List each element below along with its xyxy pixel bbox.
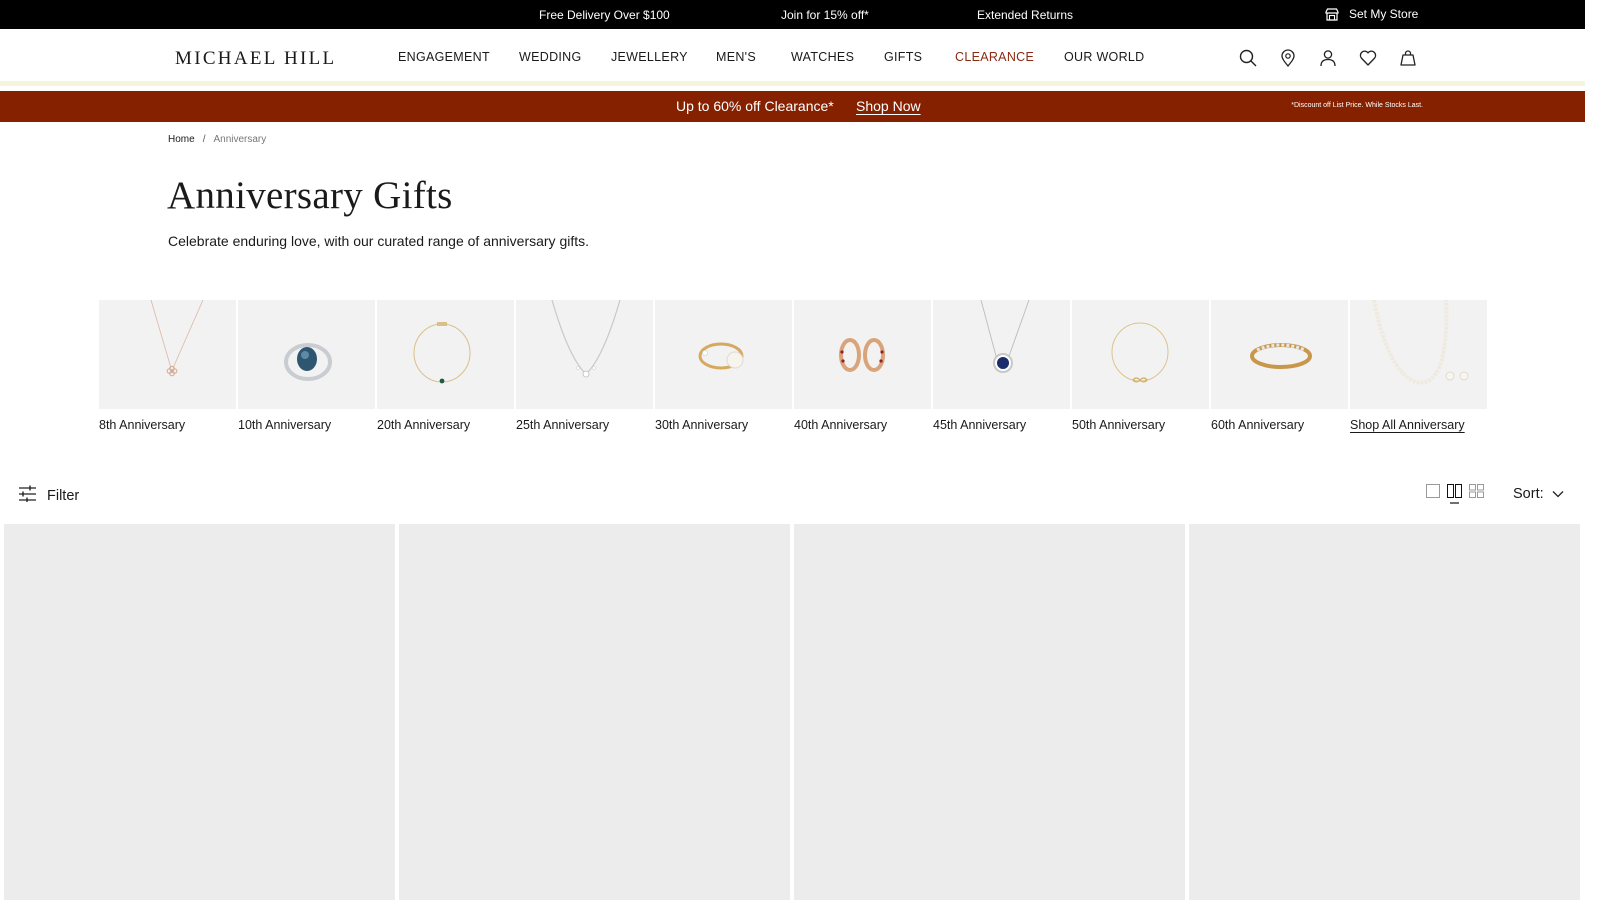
category-shop-all-anniversary[interactable]: Shop All Anniversary	[1350, 300, 1487, 432]
nav-our-world[interactable]: OUR WORLD	[1064, 50, 1144, 64]
category-label: 25th Anniversary	[516, 418, 610, 432]
promo-text: Up to 60% off Clearance*	[676, 98, 834, 114]
blue-topaz-ring-image	[238, 300, 375, 409]
sort-dropdown[interactable]: Sort:	[1513, 486, 1564, 502]
filter-label: Filter	[47, 487, 80, 504]
free-delivery-message[interactable]: Free Delivery Over $100	[539, 8, 670, 22]
gold-emerald-bracelet-image	[377, 300, 514, 409]
account-icon[interactable]	[1318, 48, 1338, 68]
category-label: 8th Anniversary	[99, 418, 186, 432]
product-card[interactable]	[1189, 524, 1580, 900]
chevron-down-icon	[1552, 486, 1564, 502]
sapphire-halo-pendant-image	[933, 300, 1070, 409]
set-my-store-button[interactable]: Set My Store	[1325, 7, 1418, 21]
nav-mens[interactable]: MEN'S	[716, 50, 756, 64]
category-50th-anniversary[interactable]: 50th Anniversary	[1072, 300, 1209, 432]
nav-jewellery[interactable]: JEWELLERY	[611, 50, 688, 64]
four-column-view-icon[interactable]	[1469, 484, 1485, 509]
single-column-view-icon[interactable]	[1426, 484, 1441, 509]
two-column-view-icon[interactable]	[1447, 484, 1463, 509]
search-icon[interactable]	[1238, 48, 1258, 68]
product-card[interactable]	[794, 524, 1185, 900]
ruby-hoop-earrings-image	[794, 300, 931, 409]
breadcrumb-current: Anniversary	[213, 134, 267, 145]
nav-clearance[interactable]: CLEARANCE	[955, 50, 1034, 64]
category-45th-anniversary[interactable]: 45th Anniversary	[933, 300, 1070, 432]
gold-pearl-ring-image	[655, 300, 792, 409]
announcement-bar: Free Delivery Over $100 Join for 15% off…	[0, 0, 1585, 29]
location-pin-icon[interactable]	[1278, 48, 1298, 68]
set-my-store-label: Set My Store	[1349, 7, 1419, 21]
shopping-bag-icon[interactable]	[1398, 48, 1418, 68]
gold-diamond-ring-image	[1211, 300, 1348, 409]
silver-diamond-necklace-image	[516, 300, 653, 409]
breadcrumb-home[interactable]: Home	[168, 134, 195, 145]
nav-engagement[interactable]: ENGAGEMENT	[398, 50, 490, 64]
extended-returns-message[interactable]: Extended Returns	[977, 8, 1073, 22]
shop-now-link[interactable]: Shop Now	[856, 98, 921, 114]
product-card[interactable]	[4, 524, 395, 900]
page-title: Anniversary Gifts	[167, 174, 453, 217]
sort-label: Sort:	[1513, 486, 1544, 502]
category-40th-anniversary[interactable]: 40th Anniversary	[794, 300, 931, 432]
category-label: 20th Anniversary	[377, 418, 471, 432]
gold-infinity-bracelet-image	[1072, 300, 1209, 409]
site-header: MICHAEL HILL ENGAGEMENT WEDDING JEWELLER…	[0, 29, 1585, 86]
nav-gifts[interactable]: GIFTS	[884, 50, 922, 64]
filter-button[interactable]: Filter	[18, 485, 79, 506]
category-20th-anniversary[interactable]: 20th Anniversary	[377, 300, 514, 432]
category-30th-anniversary[interactable]: 30th Anniversary	[655, 300, 792, 432]
rose-gold-pendant-necklace-image	[99, 300, 236, 409]
category-10th-anniversary[interactable]: 10th Anniversary	[238, 300, 375, 432]
category-label: 60th Anniversary	[1211, 418, 1305, 432]
category-label: 50th Anniversary	[1072, 418, 1166, 432]
promo-disclaimer: *Discount off List Price. While Stocks L…	[1291, 102, 1423, 109]
category-label: 40th Anniversary	[794, 418, 888, 432]
category-label: 10th Anniversary	[238, 418, 332, 432]
clearance-promo-banner: Up to 60% off Clearance* Shop Now *Disco…	[0, 91, 1585, 122]
wishlist-heart-icon[interactable]	[1358, 48, 1378, 68]
category-label: 45th Anniversary	[933, 418, 1027, 432]
page-description: Celebrate enduring love, with our curate…	[168, 233, 590, 249]
brand-logo[interactable]: MICHAEL HILL	[175, 48, 336, 70]
breadcrumb-separator: /	[202, 134, 206, 145]
join-offer-message[interactable]: Join for 15% off*	[781, 8, 869, 22]
store-icon	[1325, 7, 1339, 21]
pearl-necklace-and-earrings-image	[1350, 300, 1487, 409]
product-card[interactable]	[399, 524, 790, 900]
filter-sliders-icon	[18, 485, 37, 506]
view-toggle-group	[1426, 484, 1485, 509]
category-8th-anniversary[interactable]: 8th Anniversary	[99, 300, 236, 432]
category-label: Shop All Anniversary	[1350, 418, 1465, 432]
category-60th-anniversary[interactable]: 60th Anniversary	[1211, 300, 1348, 432]
category-label: 30th Anniversary	[655, 418, 749, 432]
nav-watches[interactable]: WATCHES	[791, 50, 854, 64]
nav-wedding[interactable]: WEDDING	[519, 50, 582, 64]
breadcrumb: Home / Anniversary	[168, 134, 266, 145]
category-25th-anniversary[interactable]: 25th Anniversary	[516, 300, 653, 432]
